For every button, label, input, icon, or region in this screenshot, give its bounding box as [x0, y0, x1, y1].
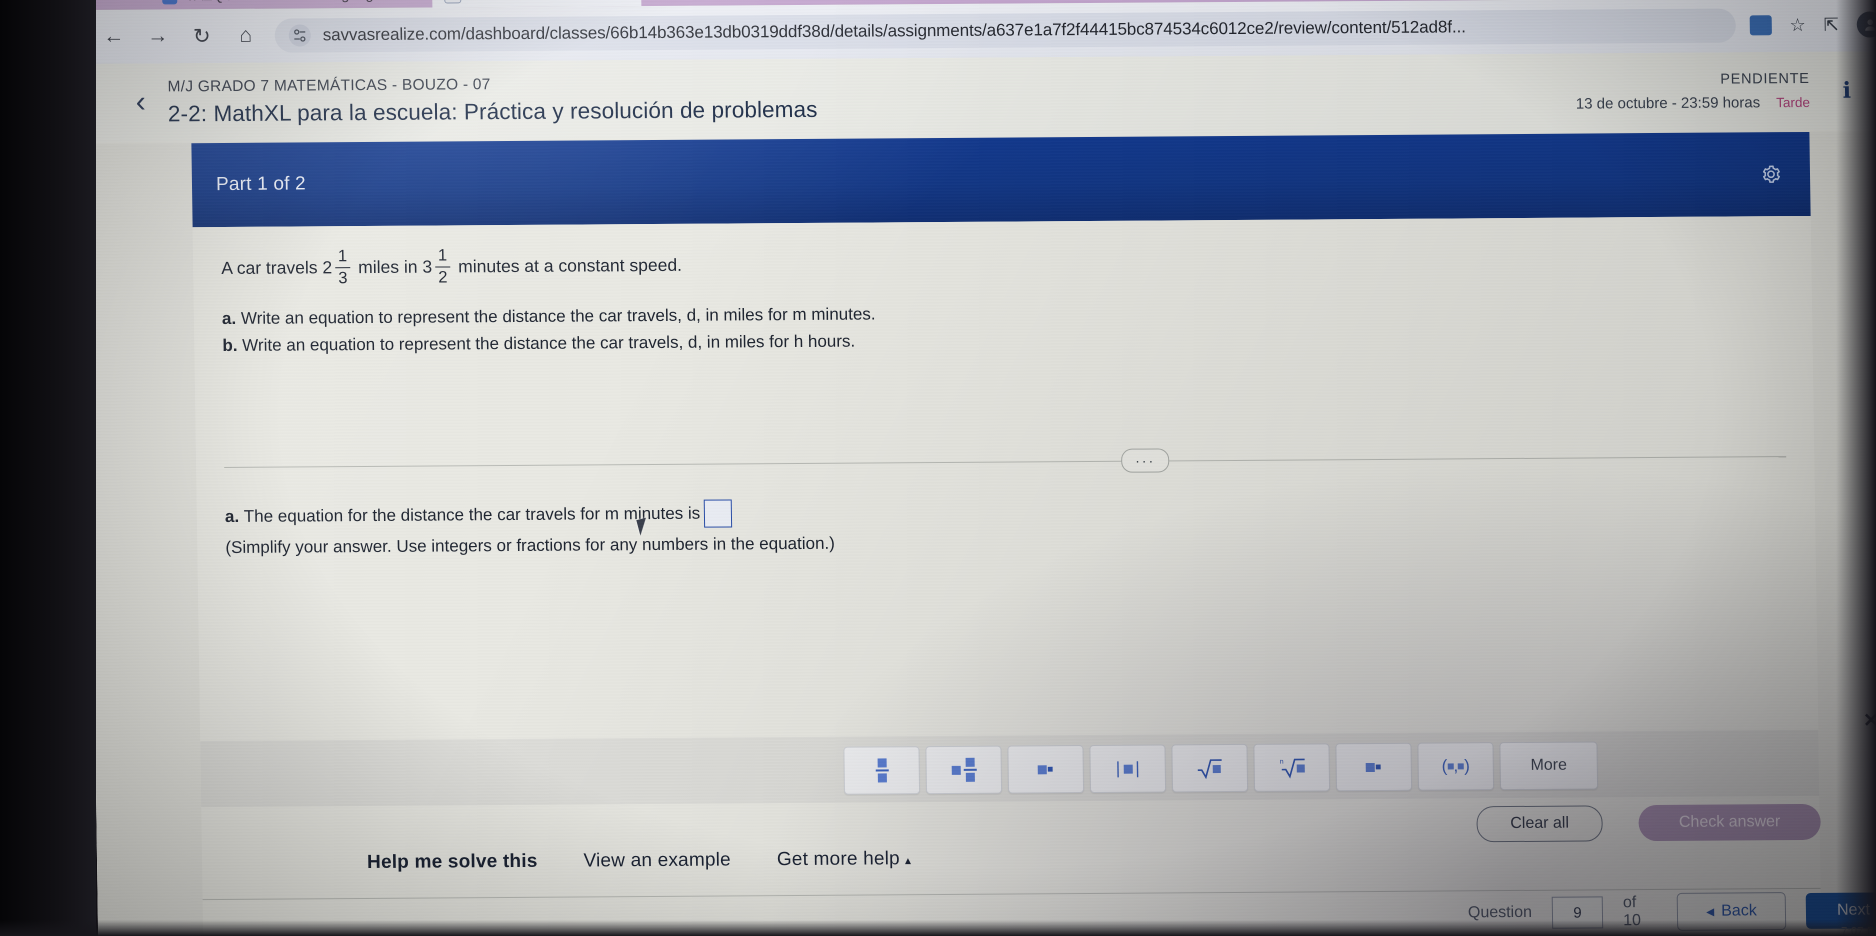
due-row: 13 de octubre - 23:59 horas Tarde — [1575, 94, 1811, 113]
clear-all-button[interactable]: Clear all — [1476, 805, 1603, 843]
assignment-header: ‹ M/J GRADO 7 MATEMÁTICAS - BOUZO - 07 2… — [85, 51, 1876, 142]
info-icon[interactable]: ℹ — [1830, 78, 1864, 104]
next-button[interactable]: Next ▸ — [1806, 892, 1876, 929]
back-to-assignments-button[interactable]: ‹ — [114, 85, 169, 119]
palette-mixed-number-button[interactable] — [925, 745, 1003, 795]
part-b-text: Write an equation to represent the dista… — [242, 331, 856, 356]
more-options-pill[interactable]: ··· — [1121, 448, 1170, 473]
tab-favicon-icon — [162, 0, 178, 4]
assignment-title-block: M/J GRADO 7 MATEMÁTICAS - BOUZO - 07 2-2… — [167, 68, 1576, 127]
palette-more-button[interactable]: More — [1499, 741, 1599, 791]
home-icon[interactable]: ⌂ — [231, 21, 261, 51]
part-a-text: Write an equation to represent the dista… — [240, 304, 876, 329]
due-date: 13 de octubre - 23:59 horas — [1575, 94, 1761, 113]
denominator: 3 — [338, 269, 348, 288]
palette-nth-root-button[interactable]: n — [1253, 743, 1331, 792]
math-palette: ■ | | n ■ (,) More — [843, 741, 1599, 795]
late-badge: Tarde — [1776, 94, 1811, 111]
assignment-name: 2-2: MathXL para la escuela: Práctica y … — [167, 96, 818, 126]
overflow-menu-icon[interactable]: ⋮ — [1864, 80, 1876, 100]
palette-ordered-pair-button[interactable]: (,) — [1417, 742, 1495, 791]
close-palette-icon[interactable]: ✕ — [1863, 709, 1876, 732]
monitor-screen: VAZQUEZ: 03 - M/J Language A ✕ S Savvas … — [84, 0, 1876, 936]
tab-title: VAZQUEZ: 03 - M/J Language A — [185, 0, 395, 4]
help-links: Help me solve this View an example Get m… — [367, 848, 911, 874]
stem-prefix: A car travels — [221, 257, 318, 279]
fraction-bar — [335, 266, 351, 269]
question-navigation: Question 9 of 10 ◂ Back Next ▸ — [1468, 891, 1876, 932]
fraction-1: 1 3 — [335, 247, 351, 288]
savvas-page: ‹ M/J GRADO 7 MATEMÁTICAS - BOUZO - 07 2… — [85, 51, 1876, 936]
site-settings-icon[interactable] — [288, 24, 311, 47]
tab-favicon-icon: S — [444, 0, 462, 3]
check-answer-button[interactable]: Check answer — [1638, 803, 1821, 842]
fraction-2: 1 2 — [435, 246, 451, 287]
part-a-label: a. — [221, 309, 237, 329]
reload-icon[interactable]: ↻ — [187, 21, 217, 51]
tab-close-icon[interactable]: ✕ — [408, 0, 420, 3]
question-number-input[interactable]: 9 — [1551, 896, 1604, 929]
numerator: 1 — [337, 247, 348, 266]
url-text: savvasrealize.com/dashboard/classes/66b1… — [322, 17, 1466, 45]
stem-suffix: minutes at a constant speed. — [458, 254, 683, 277]
back-icon[interactable]: ← — [99, 22, 129, 52]
palette-exponent-button[interactable]: ■ — [1007, 745, 1085, 794]
address-bar[interactable]: savvasrealize.com/dashboard/classes/66b1… — [274, 8, 1736, 53]
palette-absolute-value-button[interactable]: | | — [1089, 744, 1167, 793]
gear-icon[interactable] — [1756, 159, 1786, 189]
answer-actions: Clear all Check answer — [1476, 803, 1821, 843]
stem-mid: miles in — [358, 256, 418, 278]
denominator: 2 — [438, 268, 448, 287]
answer-part-label: a. — [224, 506, 240, 526]
mixed-number-1: 2 1 3 — [322, 247, 354, 288]
part-header-bar: Part 1 of 2 — [191, 131, 1811, 228]
next-label: Next — [1836, 901, 1871, 919]
answer-area: a. The equation for the distance the car… — [225, 492, 1786, 561]
page-left-gutter — [86, 143, 205, 936]
get-more-help-link[interactable]: Get more help ▴ — [777, 848, 912, 871]
get-more-help-label: Get more help — [776, 848, 901, 871]
assignment-status-block: PENDIENTE 13 de octubre - 23:59 horas Ta… — [1575, 71, 1830, 113]
palette-subscript-button[interactable]: ■ — [1335, 742, 1413, 792]
fraction-bar — [435, 266, 451, 268]
screen-photo: VAZQUEZ: 03 - M/J Language A ✕ S Savvas … — [0, 0, 1876, 936]
status-badge: PENDIENTE — [1720, 70, 1810, 88]
palette-square-root-button[interactable] — [1171, 743, 1249, 793]
part-label: Part 1 of 2 — [215, 173, 307, 196]
tab-title: Savvas se da cuenta — [469, 0, 604, 2]
answer-input[interactable] — [704, 499, 733, 528]
question-parts: a. Write an equation to represent the di… — [222, 295, 1785, 360]
bookmark-star-icon[interactable]: ☆ — [1789, 14, 1805, 35]
palette-fraction-button[interactable] — [843, 746, 921, 795]
svg-text:n: n — [1280, 759, 1284, 766]
question-total-label: of 10 — [1622, 894, 1642, 930]
extension-icon[interactable] — [1749, 15, 1772, 36]
browser-toolbar-actions: ☆ ⇱ — [1749, 11, 1876, 38]
tab-close-icon[interactable]: ✕ — [618, 0, 630, 2]
mixed-number-2: 3 1 2 — [422, 246, 454, 287]
whole-part: 3 — [422, 256, 433, 277]
question-stem: A car travels 2 1 3 miles in 3 1 2 minut… — [221, 238, 1784, 288]
chevron-up-icon: ▴ — [904, 853, 912, 868]
downloads-icon[interactable]: ⇱ — [1824, 14, 1839, 35]
help-me-solve-link[interactable]: Help me solve this — [367, 851, 538, 874]
back-label: Back — [1721, 902, 1757, 920]
system-clock: 7:07 PM — [1841, 925, 1876, 936]
numerator: 1 — [437, 246, 448, 265]
back-button[interactable]: ◂ Back — [1676, 892, 1787, 931]
answer-prompt: The equation for the distance the car tr… — [243, 503, 701, 526]
profile-avatar[interactable] — [1856, 11, 1876, 38]
question-label: Question — [1467, 903, 1533, 922]
back-arrow-icon: ◂ — [1706, 903, 1715, 921]
whole-part: 2 — [322, 257, 333, 278]
view-example-link[interactable]: View an example — [583, 849, 731, 872]
forward-icon[interactable]: → — [143, 21, 173, 51]
new-tab-button[interactable]: + — [641, 0, 672, 4]
part-b-label: b. — [222, 336, 238, 356]
